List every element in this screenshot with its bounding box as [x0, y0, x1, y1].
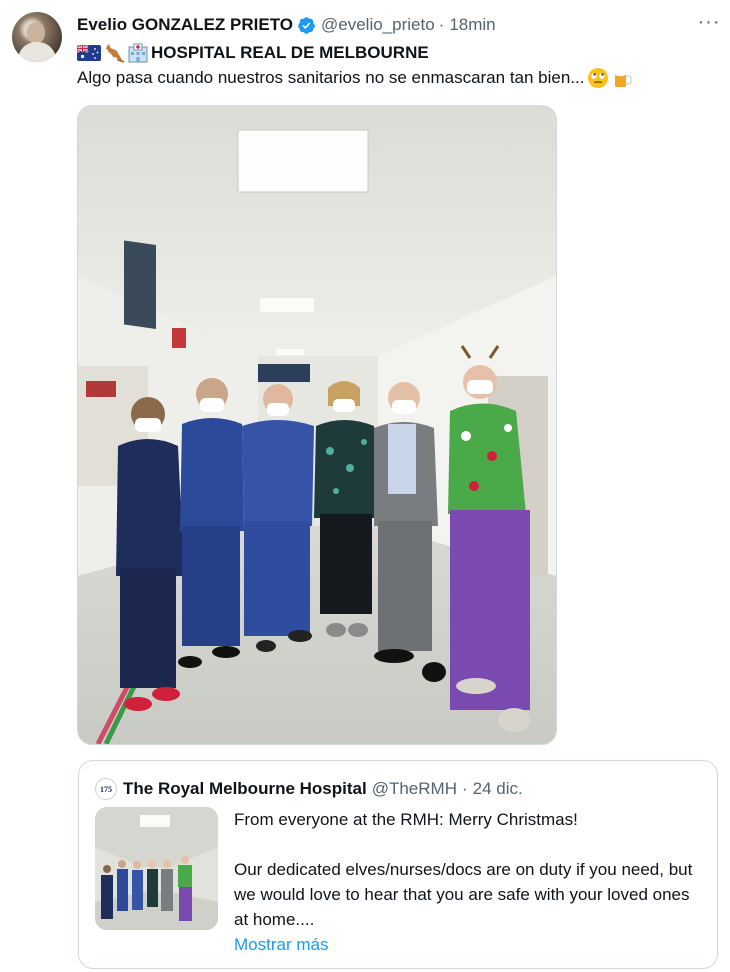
quoted-tweet-card[interactable]: 175 The Royal Melbourne Hospital @TheRMH…	[78, 760, 718, 969]
author-handle[interactable]: @evelio_prieto	[321, 15, 435, 35]
beer-mug-emoji-icon	[613, 68, 632, 87]
author-avatar[interactable]	[12, 12, 62, 62]
tweet-body-text: Algo pasa cuando nuestros sanitarios no …	[77, 68, 585, 87]
tweet-body-line: Algo pasa cuando nuestros sanitarios no …	[77, 67, 633, 89]
quoted-separator-dot: ·	[461, 779, 468, 798]
staff-member-3	[242, 384, 314, 652]
quoted-text-line-1: From everyone at the RMH: Merry Christma…	[234, 810, 578, 829]
quoted-author-avatar[interactable]: 175	[95, 778, 117, 800]
show-more-link[interactable]: Mostrar más	[234, 932, 704, 957]
quoted-author-name[interactable]: The Royal Melbourne Hospital	[123, 779, 367, 799]
quoted-tweet-text: From everyone at the RMH: Merry Christma…	[234, 807, 704, 957]
more-options-icon[interactable]: ···	[696, 12, 722, 36]
quoted-author-handle[interactable]: @TheRMH	[372, 779, 457, 799]
separator-dot: ·	[438, 15, 445, 34]
quoted-tweet-header: 175 The Royal Melbourne Hospital @TheRMH…	[95, 778, 523, 800]
tweet-title-line: HOSPITAL REAL DE MELBOURNE	[77, 42, 429, 64]
quoted-tweet-timestamp[interactable]: 24 dic.	[473, 779, 523, 799]
tweet-title-text: HOSPITAL REAL DE MELBOURNE	[151, 43, 429, 62]
tweet-header: Evelio GONZALEZ PRIETO @evelio_prieto · …	[77, 14, 496, 36]
quoted-tweet-thumbnail[interactable]	[95, 807, 218, 930]
quoted-text-line-2: Our dedicated elves/nurses/docs are on d…	[234, 860, 693, 929]
rolling-eyes-emoji-icon	[587, 68, 608, 88]
author-name[interactable]: Evelio GONZALEZ PRIETO	[77, 15, 293, 35]
avatar-body	[18, 42, 56, 62]
hospital-staff-photo	[78, 106, 556, 744]
hospital-icon	[128, 43, 148, 63]
australia-flag-icon	[77, 45, 101, 61]
tweet-photo[interactable]	[77, 105, 557, 745]
avatar-face	[27, 22, 45, 44]
kangaroo-icon	[106, 44, 125, 63]
tweet-timestamp[interactable]: 18min	[449, 15, 495, 35]
quoted-photo-thumbnail	[95, 807, 218, 930]
verified-badge-icon	[298, 16, 315, 34]
